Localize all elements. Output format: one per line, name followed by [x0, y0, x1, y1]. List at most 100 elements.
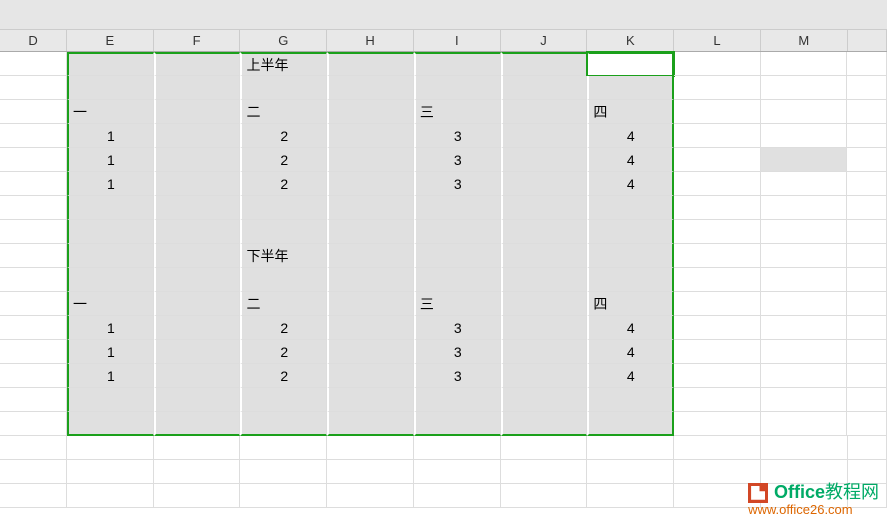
cell-M1[interactable] [761, 52, 848, 76]
cell-K8[interactable] [587, 220, 674, 244]
cell-K9[interactable] [587, 244, 674, 268]
cell-K17[interactable] [587, 436, 674, 460]
cell-J14[interactable] [501, 364, 588, 388]
cell-D12[interactable] [0, 316, 67, 340]
cell-G16[interactable] [240, 412, 327, 436]
cell-K19[interactable] [587, 484, 674, 508]
cell-J11[interactable] [501, 292, 588, 316]
cell-N3[interactable] [847, 100, 886, 124]
col-header-M[interactable]: M [761, 30, 848, 51]
cell-L4[interactable] [674, 124, 761, 148]
cell-K3[interactable]: 四 [587, 100, 674, 124]
cell-H3[interactable] [327, 100, 414, 124]
cell-I1[interactable] [414, 52, 501, 76]
cell-N14[interactable] [847, 364, 886, 388]
cell-F16[interactable] [154, 412, 241, 436]
cell-D6[interactable] [0, 172, 67, 196]
cell-F10[interactable] [154, 268, 241, 292]
col-header-G[interactable]: G [240, 30, 327, 51]
cell-K12[interactable]: 4 [587, 316, 674, 340]
cell-I7[interactable] [414, 196, 501, 220]
cells-area[interactable]: 上半年 一 二 [0, 52, 887, 508]
cell-F13[interactable] [154, 340, 241, 364]
cell-G12[interactable]: 2 [240, 316, 327, 340]
cell-K10[interactable] [587, 268, 674, 292]
cell-I5[interactable]: 3 [414, 148, 501, 172]
cell-E19[interactable] [67, 484, 154, 508]
cell-G5[interactable]: 2 [240, 148, 327, 172]
cell-N4[interactable] [847, 124, 886, 148]
cell-D19[interactable] [0, 484, 67, 508]
cell-H10[interactable] [327, 268, 414, 292]
cell-E10[interactable] [67, 268, 154, 292]
cell-M2[interactable] [761, 76, 848, 100]
cell-L11[interactable] [674, 292, 761, 316]
cell-F17[interactable] [154, 436, 241, 460]
cell-E16[interactable] [67, 412, 154, 436]
cell-I3[interactable]: 三 [414, 100, 501, 124]
cell-D17[interactable] [0, 436, 67, 460]
cell-K14[interactable]: 4 [587, 364, 674, 388]
cell-M5-highlight[interactable] [761, 148, 848, 172]
cell-I18[interactable] [414, 460, 501, 484]
cell-N18[interactable] [848, 460, 887, 484]
cell-F8[interactable] [154, 220, 241, 244]
cell-L1[interactable] [674, 52, 761, 76]
cell-I14[interactable]: 3 [414, 364, 501, 388]
cell-H13[interactable] [327, 340, 414, 364]
cell-I15[interactable] [414, 388, 501, 412]
cell-D15[interactable] [0, 388, 67, 412]
cell-I10[interactable] [414, 268, 501, 292]
cell-I12[interactable]: 3 [414, 316, 501, 340]
cell-J16[interactable] [501, 412, 588, 436]
cell-D10[interactable] [0, 268, 67, 292]
cell-J12[interactable] [501, 316, 588, 340]
cell-F15[interactable] [154, 388, 241, 412]
cell-K1-active[interactable] [587, 52, 674, 76]
cell-G13[interactable]: 2 [240, 340, 327, 364]
cell-E5[interactable]: 1 [67, 148, 154, 172]
cell-H15[interactable] [327, 388, 414, 412]
cell-M13[interactable] [761, 340, 848, 364]
cell-G7[interactable] [240, 196, 327, 220]
cell-H1[interactable] [327, 52, 414, 76]
cell-M8[interactable] [761, 220, 848, 244]
cell-E17[interactable] [67, 436, 154, 460]
cell-K18[interactable] [587, 460, 674, 484]
spreadsheet-grid[interactable]: D E F G H I J K L M 上半年 [0, 30, 887, 523]
cell-G14[interactable]: 2 [240, 364, 327, 388]
cell-G8[interactable] [240, 220, 327, 244]
cell-J2[interactable] [501, 76, 588, 100]
cell-K4[interactable]: 4 [587, 124, 674, 148]
cell-E15[interactable] [67, 388, 154, 412]
cell-N1[interactable] [847, 52, 886, 76]
cell-L13[interactable] [674, 340, 761, 364]
cell-M14[interactable] [761, 364, 848, 388]
col-header-E[interactable]: E [67, 30, 154, 51]
cell-G15[interactable] [240, 388, 327, 412]
cell-M15[interactable] [761, 388, 848, 412]
cell-M6[interactable] [761, 172, 848, 196]
cell-F12[interactable] [154, 316, 241, 340]
col-header-I[interactable]: I [414, 30, 501, 51]
cell-N2[interactable] [847, 76, 886, 100]
cell-K7[interactable] [587, 196, 674, 220]
cell-E2[interactable] [67, 76, 154, 100]
cell-L18[interactable] [674, 460, 761, 484]
cell-F3[interactable] [154, 100, 241, 124]
cell-N15[interactable] [847, 388, 886, 412]
cell-F18[interactable] [154, 460, 241, 484]
cell-I6[interactable]: 3 [414, 172, 501, 196]
cell-N7[interactable] [847, 196, 886, 220]
cell-L17[interactable] [674, 436, 761, 460]
cell-L3[interactable] [674, 100, 761, 124]
cell-D18[interactable] [0, 460, 67, 484]
cell-L2[interactable] [674, 76, 761, 100]
cell-K15[interactable] [587, 388, 674, 412]
cell-D4[interactable] [0, 124, 67, 148]
cell-L14[interactable] [674, 364, 761, 388]
cell-D5[interactable] [0, 148, 67, 172]
cell-N11[interactable] [847, 292, 886, 316]
cell-H11[interactable] [327, 292, 414, 316]
cell-G6[interactable]: 2 [240, 172, 327, 196]
